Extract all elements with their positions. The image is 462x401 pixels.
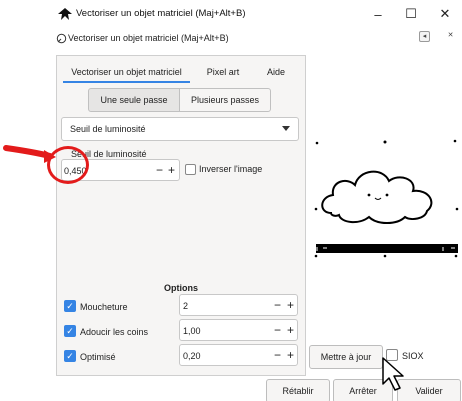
maximize-button[interactable]: ☐ bbox=[396, 4, 426, 24]
preview-dot bbox=[455, 207, 459, 211]
speckles-decrement-button[interactable]: − bbox=[272, 297, 283, 313]
threshold-increment-button[interactable]: + bbox=[166, 162, 177, 178]
trace-mode-select[interactable]: Seuil de luminosité bbox=[61, 117, 299, 141]
threshold-decrement-button[interactable]: − bbox=[154, 162, 165, 178]
preview-dot bbox=[314, 254, 318, 258]
dialog-close-button[interactable]: ✕ bbox=[445, 31, 456, 42]
dialog-title: Vectoriser un objet matriciel (Maj+Alt+B… bbox=[68, 33, 229, 43]
cloud-eye bbox=[385, 193, 389, 197]
cloud-eye bbox=[367, 193, 371, 197]
preview-dot bbox=[453, 139, 457, 143]
speckles-value[interactable]: 2 bbox=[183, 301, 188, 311]
tab-aide[interactable]: Aide bbox=[258, 62, 294, 82]
preview-dot bbox=[383, 140, 387, 144]
trace-mode-value: Seuil de luminosité bbox=[70, 124, 146, 134]
tab-pixel-art[interactable]: Pixel art bbox=[198, 62, 248, 82]
single-pass-toggle[interactable]: Une seule passe bbox=[88, 88, 180, 112]
speckles-checkbox[interactable]: ✓ bbox=[64, 300, 76, 312]
smooth-corners-value[interactable]: 1,00 bbox=[183, 326, 201, 336]
dialog-restore-button[interactable]: ◂ bbox=[419, 31, 430, 42]
optimize-checkbox[interactable]: ✓ bbox=[64, 350, 76, 362]
optimize-value[interactable]: 0,20 bbox=[183, 351, 201, 361]
preview-dot bbox=[454, 254, 458, 258]
minimize-button[interactable]: – bbox=[363, 4, 393, 24]
trace-bitmap-icon bbox=[56, 33, 67, 44]
chevron-down-icon bbox=[282, 126, 290, 131]
cloud-outline bbox=[321, 170, 433, 224]
close-window-button[interactable]: ✕ bbox=[430, 4, 460, 24]
preview-dot bbox=[315, 141, 319, 145]
speckles-label: Moucheture bbox=[80, 302, 128, 312]
window-title: Vectoriser un objet matriciel (Maj+Alt+B… bbox=[76, 8, 246, 19]
reset-button[interactable]: Rétablir bbox=[266, 379, 330, 401]
speckles-increment-button[interactable]: + bbox=[285, 297, 296, 313]
optimize-label: Optimisé bbox=[80, 352, 116, 362]
mouse-pointer-icon bbox=[382, 357, 404, 391]
tab-vectoriser[interactable]: Vectoriser un objet matriciel bbox=[63, 62, 190, 82]
smooth-corners-increment-button[interactable]: + bbox=[285, 322, 296, 338]
invert-image-label: Inverser l'image bbox=[199, 164, 263, 174]
inkscape-icon bbox=[58, 8, 72, 20]
annotation-circle bbox=[47, 146, 89, 184]
invert-image-checkbox[interactable] bbox=[185, 164, 196, 175]
active-tab-indicator bbox=[63, 81, 190, 83]
options-heading: Options bbox=[164, 283, 198, 293]
smooth-corners-decrement-button[interactable]: − bbox=[272, 322, 283, 338]
smooth-corners-label: Adoucir les coins bbox=[80, 327, 149, 337]
preview-bar bbox=[316, 244, 458, 253]
trace-preview bbox=[313, 135, 461, 263]
smooth-corners-checkbox[interactable]: ✓ bbox=[64, 325, 76, 337]
optimize-increment-button[interactable]: + bbox=[285, 347, 296, 363]
preview-dot bbox=[314, 207, 318, 211]
optimize-decrement-button[interactable]: − bbox=[272, 347, 283, 363]
preview-dot bbox=[383, 254, 387, 258]
multiple-pass-toggle[interactable]: Plusieurs passes bbox=[179, 88, 271, 112]
